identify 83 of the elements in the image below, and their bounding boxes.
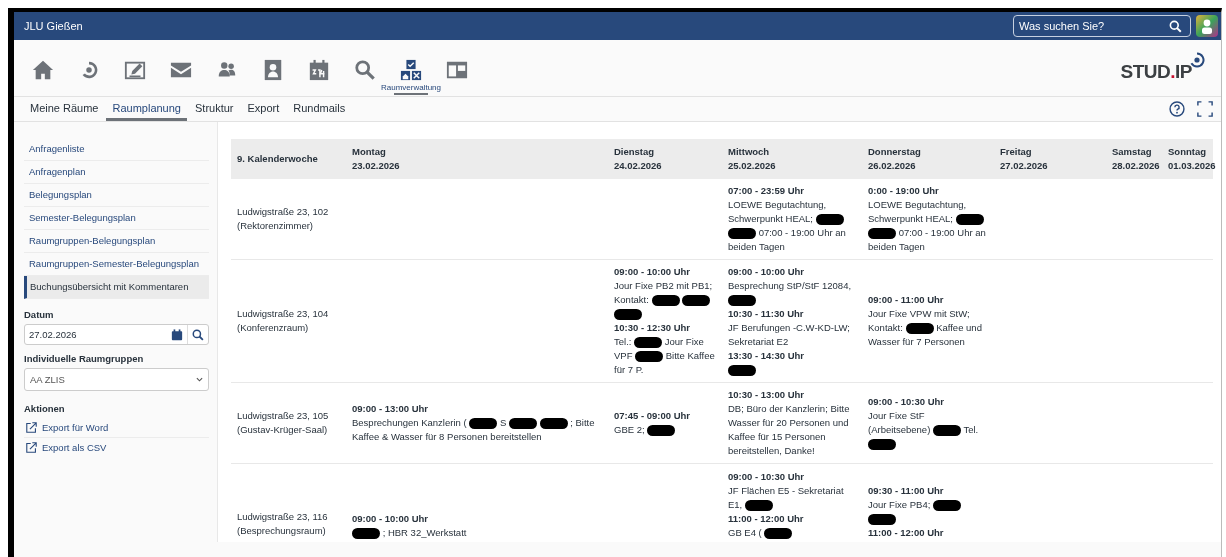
column-header: Dienstag 24.02.2026: [608, 139, 722, 179]
tab[interactable]: Struktur: [189, 97, 240, 121]
booking-time: 07:00 - 23:59 Uhr: [728, 184, 806, 198]
search-icon[interactable]: [192, 328, 204, 341]
booking-time: 11:00 - 12:00 Uhr: [868, 526, 945, 540]
booking-note: Tel.: Jour Fixe VPF Bitte Kaffee für 7 P.: [614, 335, 716, 377]
booking-note: JF Berufungen -C.W-KD-LW; Sekretariat E2: [728, 321, 851, 349]
booking-note: DB; Büro der Kanzlerin; Bitte Wasser für 20 Personen und Kaffee für 15 Personen bereitstellen, Danke!: [728, 402, 851, 458]
section-title: Aktionen: [24, 403, 66, 414]
booking-time: 10:30 - 13:00 Uhr: [728, 388, 806, 402]
room-name: Ludwigstraße 23, 105 (Gustav-Krüger-Saal): [231, 382, 346, 464]
sidebar-item[interactable]: Raumgruppen-Belegungsplan: [24, 230, 209, 253]
avatar-icon[interactable]: [1196, 15, 1218, 37]
search-field[interactable]: Was suchen Sie?: [1013, 15, 1191, 37]
booking-note: Jour Fixe PB2 mit PB1; Kontakt:: [614, 279, 716, 321]
edit-icon[interactable]: [124, 59, 146, 81]
external-link-icon[interactable]: [26, 442, 37, 453]
booking-time: 09:00 - 10:30 Uhr: [728, 470, 806, 484]
search-icon[interactable]: [1169, 19, 1182, 33]
help-icon[interactable]: [1169, 101, 1185, 117]
site-title[interactable]: JLU Gießen: [24, 20, 83, 32]
room-name: Ludwigstraße 23, 102 (Rektorenzimmer): [231, 179, 346, 260]
sidebar-item[interactable]: Anfragenplan: [24, 161, 209, 184]
booking-note: GB E4 (: [728, 526, 793, 540]
booking-time: 11:00 - 12:00 Uhr: [728, 512, 805, 526]
house-icon[interactable]: [32, 59, 54, 81]
booking-time: 09:00 - 10:30 Uhr: [868, 395, 946, 409]
action-link[interactable]: Export für Word: [42, 422, 109, 433]
date-field[interactable]: 27.02.2026: [24, 324, 209, 345]
booking-note: ; HBR 32_Werkstatt: [352, 526, 467, 540]
external-link-icon[interactable]: [26, 422, 37, 433]
nav-label: Raumverwaltung: [381, 83, 441, 92]
tab[interactable]: Export: [241, 97, 286, 121]
search-input[interactable]: Was suchen Sie?: [1014, 20, 1169, 32]
booking-note: Besprechung StP/StF 12084,: [728, 279, 856, 307]
booking-note: JF Flächen E5 - Sekretariat E1,: [728, 484, 845, 512]
sidebar-item[interactable]: Semester-Belegungsplan: [24, 207, 209, 230]
sidebar-item[interactable]: Belegungsplan: [24, 184, 209, 207]
fullscreen-icon[interactable]: [1197, 101, 1213, 117]
room-name: Ludwigstraße 23, 116 (Besprechungsraum): [231, 463, 346, 542]
booking-time: 09:00 - 10:00 Uhr: [352, 512, 430, 526]
column-header: Mittwoch 25.02.2026: [722, 139, 862, 179]
booking-note: GBE 2;: [614, 423, 676, 437]
column-header: Montag 23.02.2026: [346, 139, 608, 179]
booking-note: Jour Fixe StF (Arbeitsebene) Tel.: [868, 409, 988, 451]
tab[interactable]: Rundmails: [287, 97, 352, 121]
booking-time: 13:30 - 14:30 Uhr: [728, 349, 806, 363]
booking-note: LOEWE Begutachtung, Schwerpunkt HEAL; 07:00 - 19:00 Uhr an beiden Tagen: [868, 198, 987, 254]
field-label: Datum: [24, 309, 55, 320]
booking-time: 09:00 - 13:00 Uhr: [352, 402, 430, 416]
date-input[interactable]: 27.02.2026: [25, 329, 171, 340]
booking-time: 0:00 - 19:00 Uhr: [868, 184, 940, 198]
booking-time: 09:00 - 10:00 Uhr: [614, 265, 692, 279]
column-header: Sonntag 01.03.2026: [1162, 139, 1213, 179]
search-icon[interactable]: [354, 59, 376, 81]
column-header: 9. Kalenderwoche: [231, 139, 346, 179]
column-header: Donnerstag 26.02.2026: [862, 139, 994, 179]
calendar-icon[interactable]: [171, 328, 183, 341]
layout-icon[interactable]: [446, 59, 468, 81]
booking-note: LOEWE Begutachtung, Schwerpunkt HEAL; 07:00 - 19:00 Uhr an beiden Tagen: [728, 198, 847, 254]
profile-icon[interactable]: [262, 59, 284, 81]
field-label: Individuelle Raumgruppen: [24, 353, 145, 364]
tab[interactable]: Meine Räume: [24, 97, 105, 121]
room-name: Ludwigstraße 23, 104 (Konferenzraum): [231, 259, 346, 383]
booking-time: 10:30 - 12:30 Uhr: [614, 321, 692, 335]
booking-note: Jour Fixe PB4;: [868, 498, 988, 526]
logo[interactable]: STUD.IP: [1120, 62, 1192, 82]
booking-time: 10:30 - 11:30 Uhr: [728, 307, 805, 321]
booking-time: 09:00 - 10:00 Uhr: [728, 265, 806, 279]
action-link[interactable]: Export als CSV: [42, 442, 107, 453]
chevron-down-icon: [196, 377, 203, 382]
booking-time: 09:00 - 11:00 Uhr: [868, 293, 945, 307]
booking-time: 09:30 - 11:00 Uhr: [868, 484, 945, 498]
checkbox-boxes-icon[interactable]: [400, 59, 422, 81]
calendar-icon[interactable]: [308, 59, 330, 81]
sidebar-item[interactable]: Anfragenliste: [24, 138, 209, 161]
column-header: Samstag 28.02.2026: [1106, 139, 1162, 179]
booking-note: Besprechungen Kanzlerin ( S ; Bitte Kaffee & Wasser für 8 Personen bereitstellen: [352, 416, 596, 444]
column-header: Freitag 27.02.2026: [994, 139, 1106, 179]
sidebar-item[interactable]: Buchungsübersicht mit Kommentaren: [24, 276, 209, 299]
booking-note: Jour Fixe VPW mit StW; Kontakt: Kaffee und Wasser für 7 Personen: [868, 307, 983, 349]
group-select[interactable]: AA ZLIS: [24, 368, 209, 391]
booking-time: 07:45 - 09:00 Uhr: [614, 409, 692, 423]
